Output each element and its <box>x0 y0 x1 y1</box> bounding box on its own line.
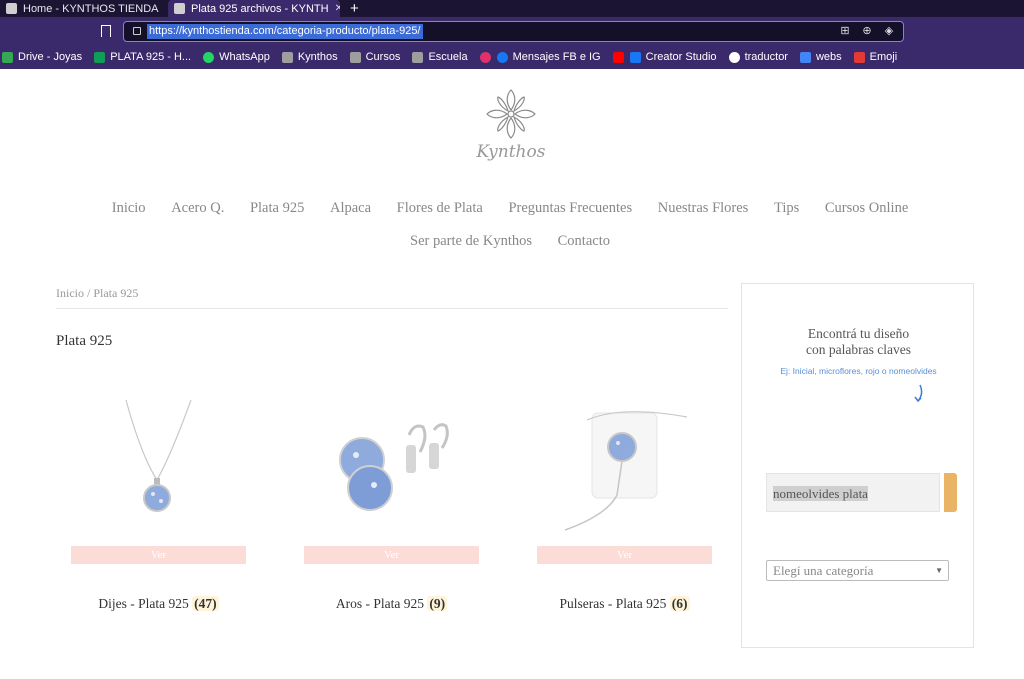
bookmark-plata-925[interactable]: PLATA 925 - H... <box>94 51 191 63</box>
emoji-icon <box>853 51 865 63</box>
lock-icon <box>133 27 141 35</box>
menu-item-ser-parte[interactable]: Ser parte de Kynthos <box>410 233 532 249</box>
menu-item-flores-de-plata[interactable]: Flores de Plata <box>397 200 483 216</box>
tab-bar: Home - KYNTHOS TIENDA Plata 925 archivos… <box>0 0 1024 17</box>
tab-plata-925[interactable]: Plata 925 archivos - KYNTH ✕ <box>168 0 340 17</box>
zoom-icon[interactable]: ⊕ <box>861 24 873 37</box>
instagram-icon <box>479 51 491 63</box>
category-link[interactable]: Pulseras - Plata 925 (6) <box>517 596 732 612</box>
bookmark-escuela[interactable]: Escuela <box>412 51 468 63</box>
close-tab-icon[interactable]: ✕ <box>335 3 340 14</box>
favicon-icon <box>174 3 185 14</box>
flower-logo-icon <box>486 89 536 139</box>
bracelet-image[interactable] <box>537 395 712 540</box>
menu-item-preguntas-frecuentes[interactable]: Preguntas Frecuentes <box>508 200 632 216</box>
category-select[interactable]: Elegí una categoría ▼ <box>766 560 949 581</box>
url-field[interactable]: https://kynthostienda.com/categoria-prod… <box>123 21 904 42</box>
main-menu: Inicio Acero Q. Plata 925 Alpaca Flores … <box>100 192 920 258</box>
bookmark-instagram[interactable] <box>479 51 491 63</box>
chevron-down-icon: ▼ <box>935 566 943 575</box>
whatsapp-icon <box>203 51 215 63</box>
category-link[interactable]: Aros - Plata 925 (9) <box>284 596 499 612</box>
ver-button[interactable]: Ver <box>537 546 712 564</box>
menu-item-alpaca[interactable]: Alpaca <box>330 200 371 216</box>
url-text[interactable]: https://kynthostienda.com/categoria-prod… <box>147 24 423 39</box>
grid-icon <box>799 51 811 63</box>
bookmark-traductor[interactable]: traductor <box>728 51 788 63</box>
search-input[interactable]: nomeolvides plata <box>766 473 940 512</box>
tab-title: Plata 925 archivos - KYNTH <box>191 2 329 15</box>
address-bar-row: https://kynthostienda.com/categoria-prod… <box>0 17 1024 45</box>
new-tab-button[interactable]: + <box>350 0 359 17</box>
favicon-icon <box>6 3 17 14</box>
product-count: (9) <box>427 596 448 611</box>
divider <box>56 308 728 309</box>
google-icon <box>728 51 740 63</box>
bookmark-whatsapp[interactable]: WhatsApp <box>203 51 270 63</box>
bookmark-drive[interactable]: Drive - Joyas <box>2 51 82 63</box>
creator-studio-icon <box>629 51 641 63</box>
drive-icon <box>2 51 13 63</box>
bookmark-webs[interactable]: webs <box>799 51 842 63</box>
menu-item-inicio[interactable]: Inicio <box>112 200 146 216</box>
sheets-icon <box>94 51 106 63</box>
menu-item-acero[interactable]: Acero Q. <box>171 200 224 216</box>
page-title: Plata 925 <box>56 333 113 349</box>
menu-item-nuestras-flores[interactable]: Nuestras Flores <box>658 200 749 216</box>
tab-title: Home - KYNTHOS TIENDA <box>23 2 159 15</box>
qr-code-icon[interactable]: ⊞ <box>839 24 851 37</box>
search-button[interactable] <box>944 473 957 512</box>
bookmark-cursos[interactable]: Cursos <box>349 51 400 63</box>
bookmark-emoji[interactable]: Emoji <box>853 51 897 63</box>
ver-button[interactable]: Ver <box>304 546 479 564</box>
bookmark-youtube[interactable] <box>612 51 624 63</box>
bookmarks-bar: Drive - Joyas PLATA 925 - H... WhatsApp … <box>0 45 1024 69</box>
product-count: (6) <box>669 596 690 611</box>
category-link[interactable]: Dijes - Plata 925 (47) <box>51 596 266 612</box>
menu-item-plata-925[interactable]: Plata 925 <box>250 200 304 216</box>
breadcrumb[interactable]: Inicio / Plata 925 <box>56 286 138 301</box>
youtube-icon <box>612 51 624 63</box>
bookmark-creator-studio[interactable]: Creator Studio <box>629 51 717 63</box>
bookmark-mensajes[interactable]: Mensajes FB e IG <box>496 51 601 63</box>
tab-home[interactable]: Home - KYNTHOS TIENDA <box>0 0 162 17</box>
shield-icon[interactable]: ◈ <box>883 24 895 37</box>
menu-item-contacto[interactable]: Contacto <box>558 233 610 249</box>
search-widget: Encontrá tu diseño con palabras claves E… <box>741 283 974 648</box>
meta-icon <box>496 51 508 63</box>
folder-icon <box>281 51 293 63</box>
logo-text: Kynthos <box>476 142 546 162</box>
bookmark-icon[interactable] <box>101 25 111 37</box>
ver-button[interactable]: Ver <box>71 546 246 564</box>
widget-title: Encontrá tu diseño con palabras claves <box>806 326 911 357</box>
earrings-image[interactable] <box>304 395 479 540</box>
menu-item-tips[interactable]: Tips <box>774 200 799 216</box>
search-hint: Ej: Inicial, microflores, rojo o nomeolv… <box>780 366 937 376</box>
site-logo[interactable]: Kynthos <box>466 86 556 166</box>
curved-arrow-icon <box>914 384 923 403</box>
bookmark-kynthos[interactable]: Kynthos <box>281 51 338 63</box>
folder-icon <box>412 51 424 63</box>
folder-icon <box>349 51 361 63</box>
menu-item-cursos-online[interactable]: Cursos Online <box>825 200 908 216</box>
pendant-image[interactable] <box>71 395 246 540</box>
product-count: (47) <box>192 596 219 611</box>
